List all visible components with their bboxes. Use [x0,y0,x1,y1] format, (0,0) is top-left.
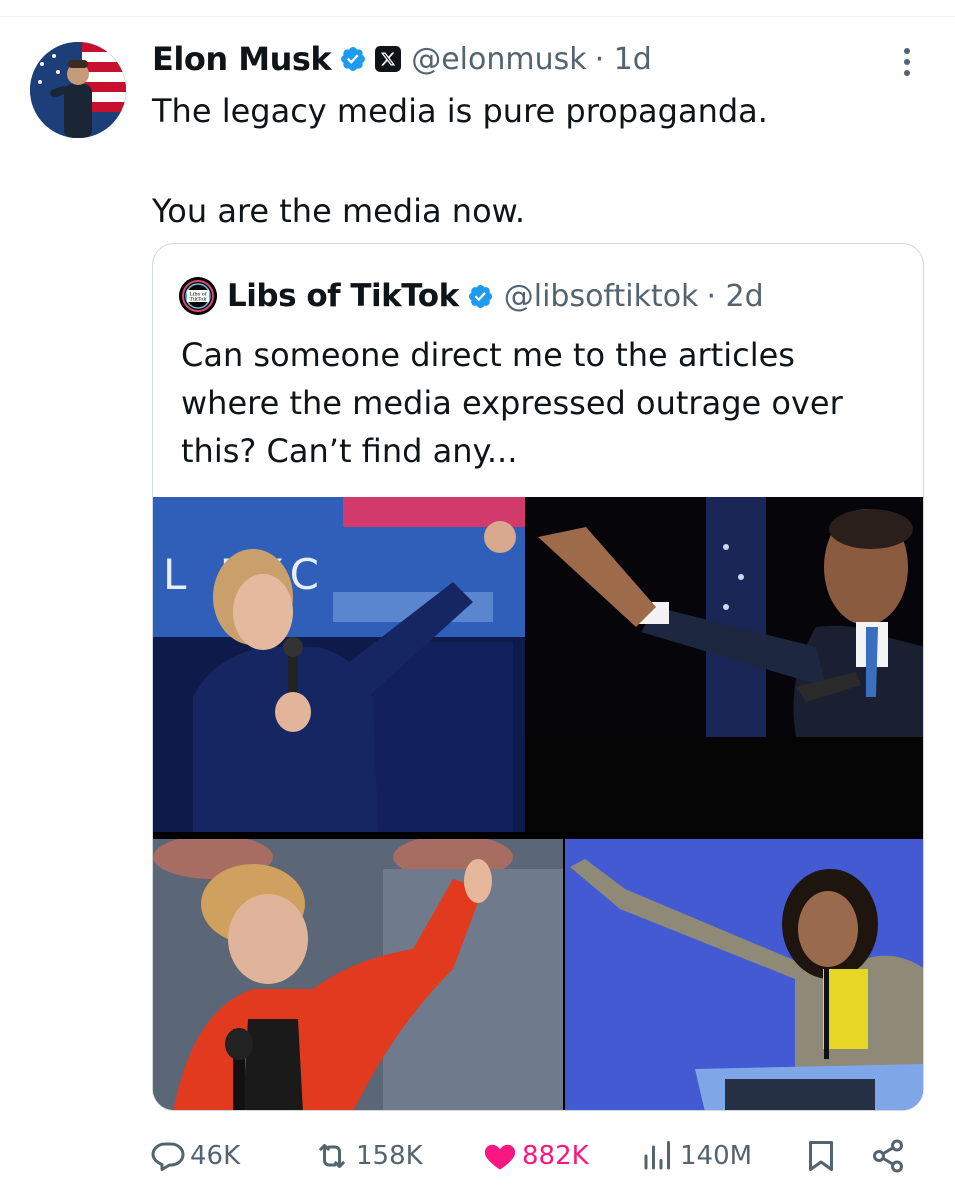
repost-button[interactable]: 158K [312,1138,423,1174]
quoted-tweet-image[interactable]: L RYC [153,497,923,1110]
repost-icon [319,1144,345,1168]
like-count: 882K [522,1141,589,1171]
share-icon [873,1139,903,1173]
tweet-header: Elon Musk @elonmusk · 1d [152,36,652,82]
author-avatar[interactable] [30,42,126,138]
more-options-icon[interactable] [890,42,924,82]
collage-panel-bottom-right [565,839,923,1110]
collage-panel-bottom-left [153,839,563,1110]
quoted-author-name[interactable]: Libs of TikTok [227,278,459,314]
like-button[interactable]: 882K [482,1138,589,1174]
quoted-tweet-header: Libs of TikTok Libs of TikTok @libsoftik… [179,274,764,318]
reply-count: 46K [190,1141,241,1171]
quoted-author-avatar[interactable]: Libs of TikTok [179,277,217,315]
reply-icon [151,1142,185,1171]
quoted-verified-badge-icon [468,284,492,308]
bookmark-button[interactable] [803,1138,843,1174]
author-avatar-image [30,42,126,138]
quoted-author-handle[interactable]: @libsoftiktok [504,279,699,314]
svg-text:TikTok: TikTok [190,297,208,303]
quoted-tweet-card[interactable]: Libs of TikTok Libs of TikTok @libsoftik… [152,243,924,1111]
bookmark-icon [809,1141,833,1171]
tweet-text-line-1: The legacy media is pure propaganda. [152,92,768,130]
share-button[interactable] [870,1138,910,1174]
x-affiliation-icon [375,46,402,72]
tweet-action-bar: 46K 158K 882K 140M [0,1130,955,1186]
tweet-text: The legacy media is pure propaganda. You… [152,86,912,236]
top-divider [0,16,955,17]
collage-panel-top-right [526,497,923,832]
collage-panel-top-left: L RYC [153,497,525,832]
tweet-time[interactable]: · 1d [595,42,652,77]
reply-button[interactable]: 46K [150,1138,240,1174]
like-heart-icon [484,1144,516,1170]
tweet-text-line-2: You are the media now. [152,192,526,230]
quoted-tweet-text: Can someone direct me to the articles wh… [181,336,843,470]
quoted-avatar-logo: Libs of TikTok [179,277,217,315]
verified-badge-icon [341,47,366,71]
quoted-tweet-time[interactable]: · 2d [706,279,763,314]
author-handle[interactable]: @elonmusk [411,42,586,77]
views-chart-icon [644,1141,670,1170]
view-count: 140M [680,1141,753,1171]
author-name[interactable]: Elon Musk [152,40,332,78]
views-button[interactable]: 140M [640,1138,752,1174]
repost-count: 158K [356,1141,423,1171]
